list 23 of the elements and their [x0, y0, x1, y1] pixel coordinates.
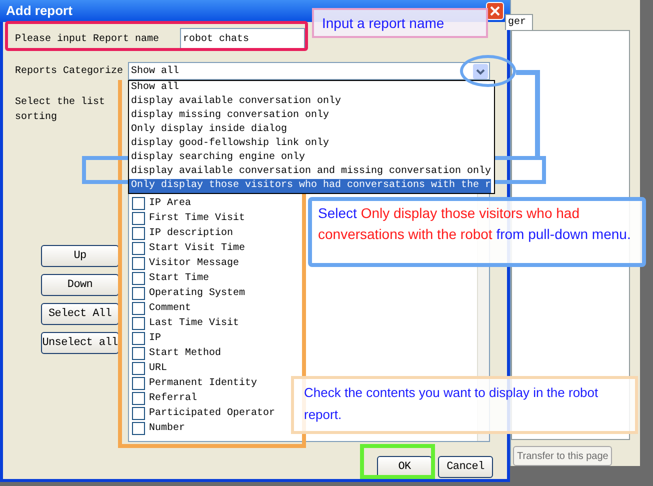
field-option-label: IP description: [149, 226, 234, 241]
field-option-label: Visitor Message: [149, 256, 240, 271]
field-option-label: Start Visit Time: [149, 242, 246, 256]
callout-text: Check the contents you want to display in the robot report.: [304, 384, 600, 424]
field-option-label: URL: [149, 362, 168, 376]
field-option-label: Referral: [149, 392, 198, 406]
field-label: Select the list sorting: [15, 96, 106, 125]
callout-text: Input a report name: [322, 14, 444, 33]
window-title: Add report: [6, 2, 72, 20]
field-option-label: Start Method: [149, 346, 222, 361]
field-option-label: IP Area: [149, 197, 192, 211]
field-option-label: Number: [149, 422, 186, 436]
field-option-label: Participated Operator: [149, 406, 276, 421]
field-option-label: Last Time Visit: [149, 316, 240, 331]
callout-text: Select Only display those visitors who had conversations with the robot from pull-down menu.: [318, 204, 632, 244]
field-option-label: First Time Visit: [149, 212, 246, 226]
field-label: Please input Report name: [15, 32, 160, 46]
field-option-label: IP: [149, 332, 162, 346]
field-option-label: Comment: [149, 302, 192, 316]
field-option-label: Start Time: [149, 272, 210, 286]
field-option-label: Operating System: [149, 286, 246, 301]
field-label: Reports Categorize: [15, 64, 124, 78]
field-option-label: Permanent Identity: [149, 376, 258, 391]
